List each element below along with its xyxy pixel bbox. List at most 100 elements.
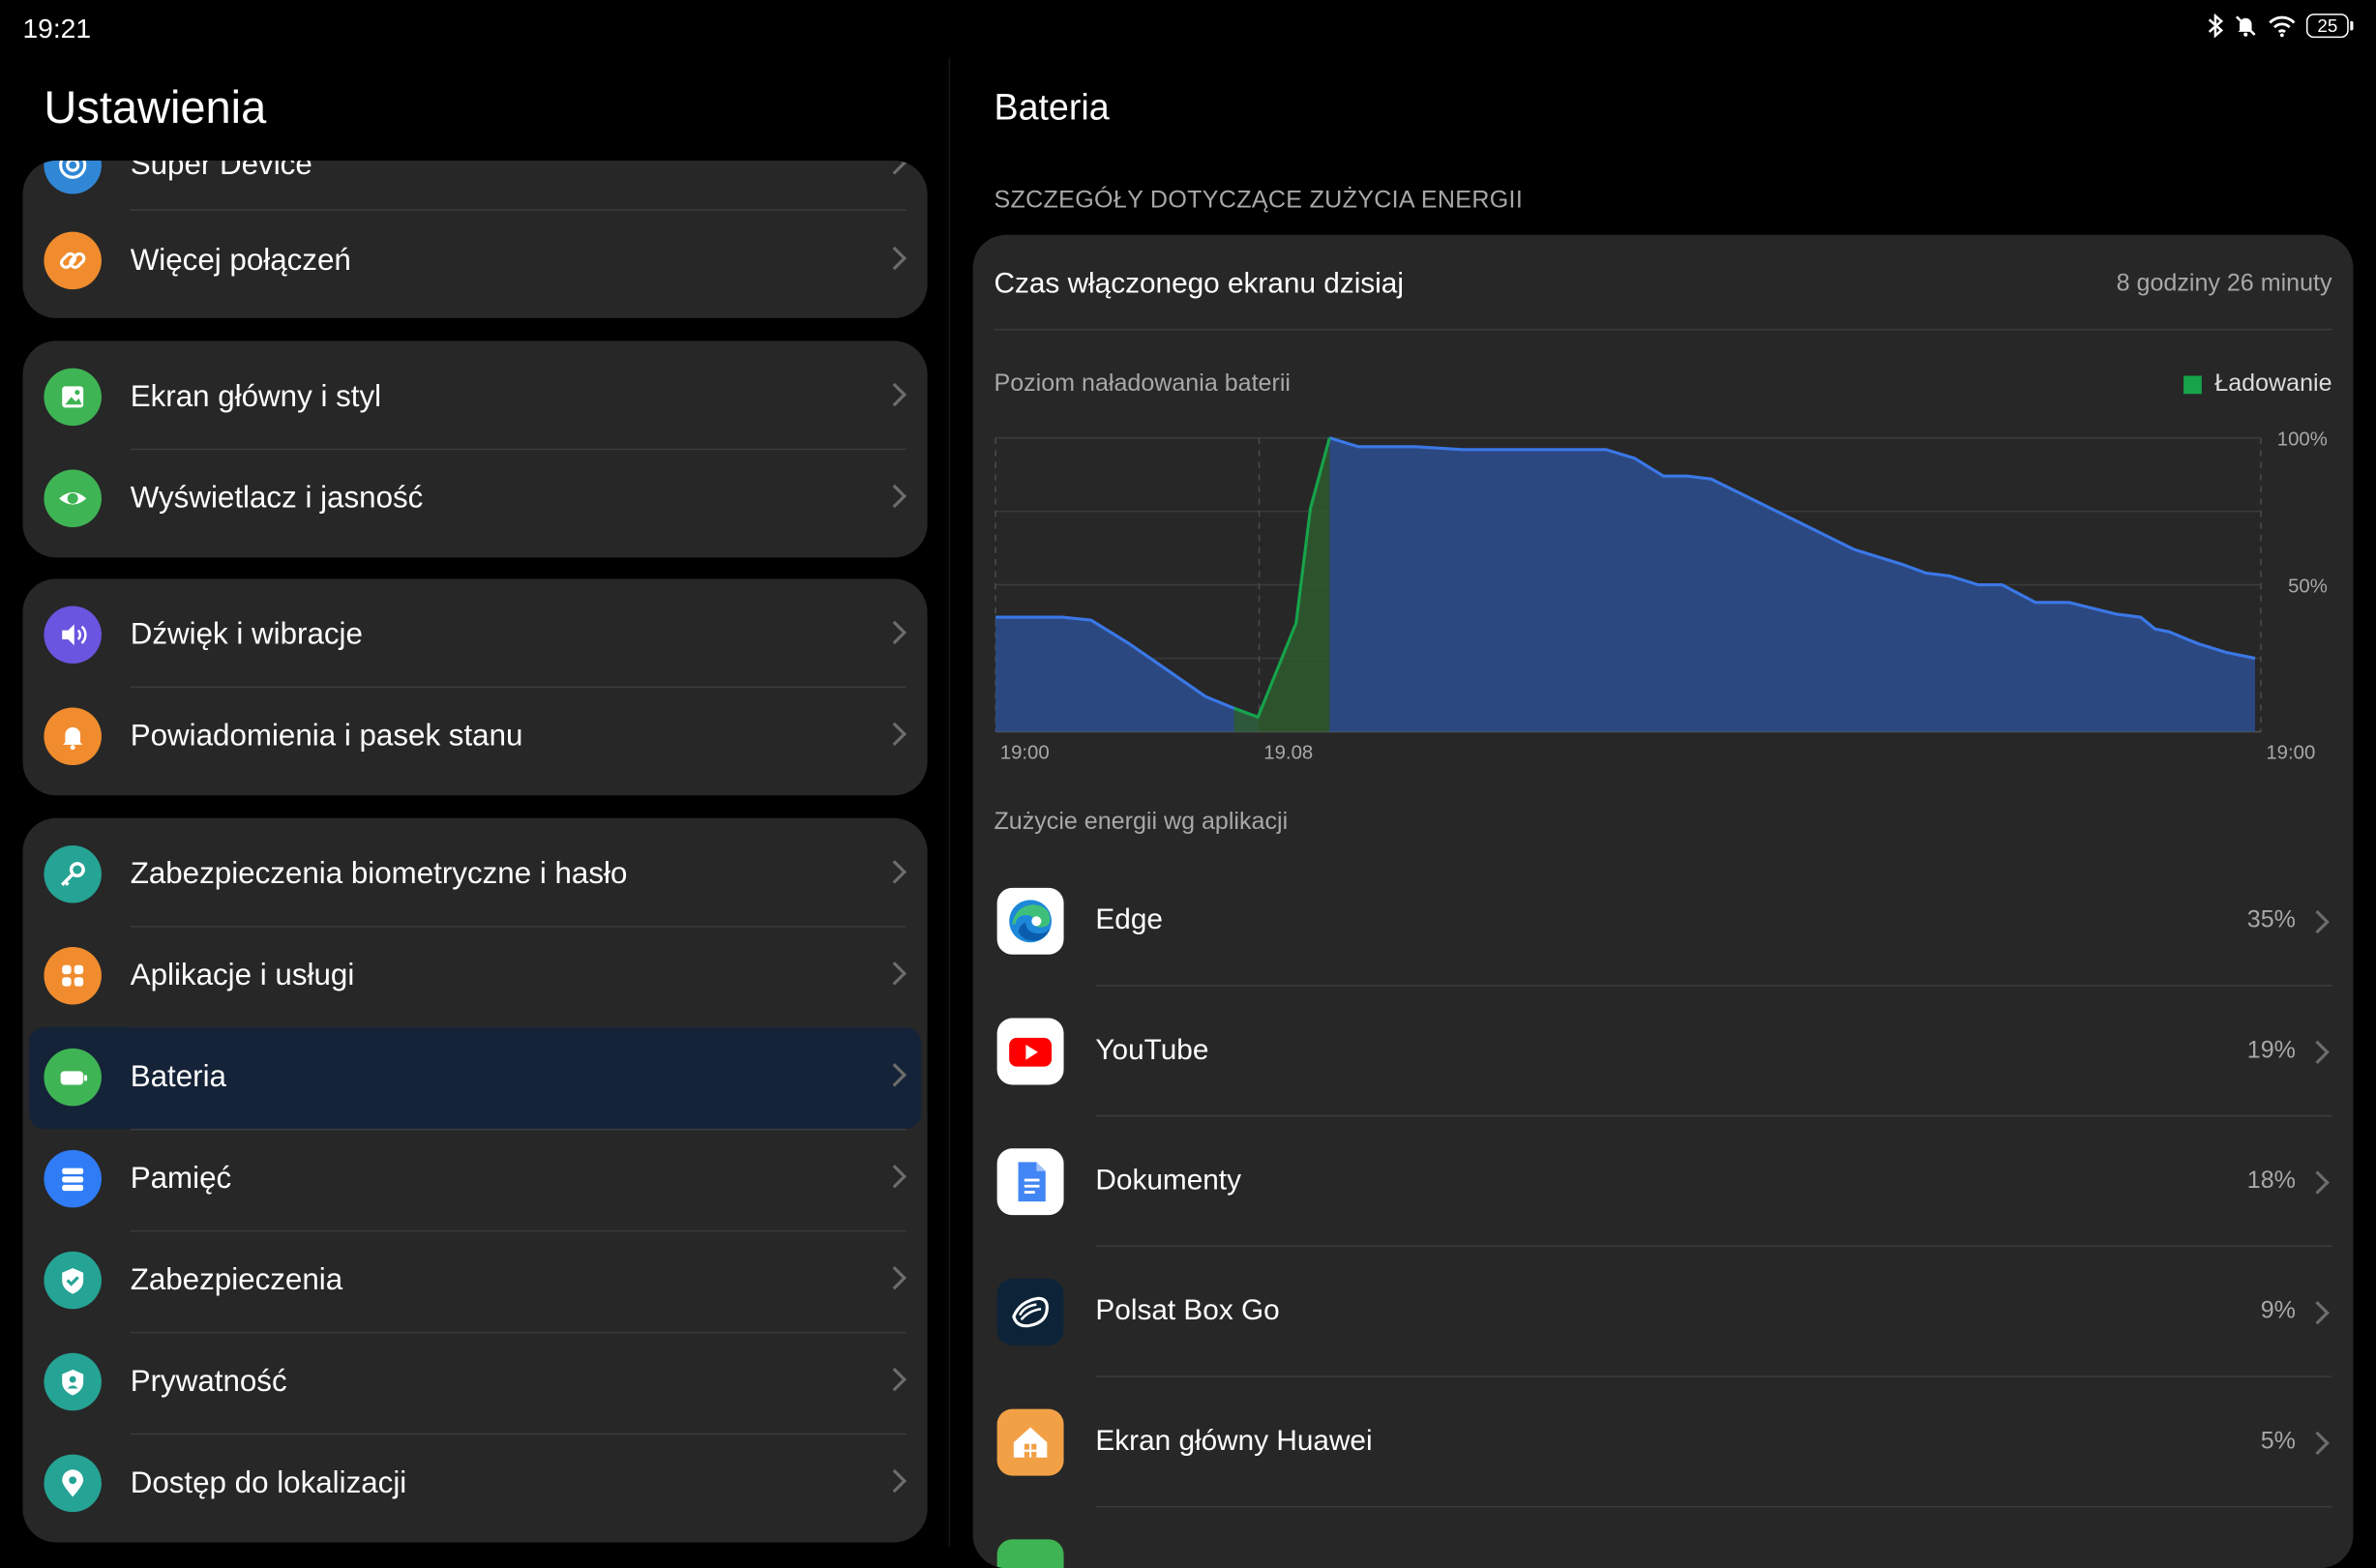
settings-item-label: Zabezpieczenia biometryczne i hasło (130, 857, 628, 891)
settings-item-display-brightness[interactable]: Wyświetlacz i jasność (22, 449, 927, 550)
app-name: Ekran główny Huawei (1095, 1425, 1373, 1458)
apps-usage-title: Zużycie energii wg aplikacji (994, 809, 1289, 836)
image-icon (44, 368, 102, 427)
settings-item-home-screen-style[interactable]: Ekran główny i styl (22, 347, 927, 449)
detail-title: Bateria (994, 87, 1110, 130)
status-icons: 25 (2207, 14, 2354, 39)
app-percent: 9% (2260, 1298, 2296, 1324)
chart-legend: Ładowanie (2183, 370, 2332, 399)
apps-grid-icon (44, 946, 102, 1005)
settings-item-privacy[interactable]: Prywatność (22, 1332, 927, 1434)
settings-item-more-connections[interactable]: Więcej połączeń (22, 211, 927, 312)
settings-group-security-system: Zabezpieczenia biometryczne i hasło Apli… (22, 817, 928, 1543)
settings-item-label: Ekran główny i styl (130, 380, 382, 414)
chevron-right-icon (2305, 1040, 2330, 1064)
discharge-area (995, 617, 1259, 732)
settings-item-label: Bateria (130, 1060, 226, 1094)
app-usage-row-huawei-home[interactable]: Ekran główny Huawei 5% (973, 1377, 2354, 1508)
speaker-icon (44, 606, 102, 665)
location-pin-icon (44, 1454, 102, 1513)
settings-item-label: Wyświetlacz i jasność (130, 482, 424, 516)
chevron-right-icon (2305, 909, 2330, 934)
app-percent: 5% (2260, 1429, 2296, 1455)
settings-item-label: Dźwięk i wibracje (130, 618, 363, 652)
app-usage-row-youtube[interactable]: YouTube 19% (973, 987, 2354, 1117)
privacy-shield-icon (44, 1352, 102, 1411)
chevron-right-icon (882, 484, 907, 509)
chevron-right-icon (882, 382, 907, 407)
app-usage-row-polsat[interactable]: Polsat Box Go 9% (973, 1247, 2354, 1377)
app-name: Polsat Box Go (1095, 1295, 1280, 1328)
settings-item-biometrics-password[interactable]: Zabezpieczenia biometryczne i hasło (22, 824, 927, 926)
app-name: Dokumenty (1095, 1165, 1241, 1198)
link-icon (44, 231, 102, 290)
settings-group-connections: Super Device Więcej połączeń (22, 161, 928, 318)
docs-icon (996, 1148, 1064, 1216)
settings-item-security[interactable]: Zabezpieczenia (22, 1230, 927, 1332)
settings-item-storage[interactable]: Pamięć (22, 1129, 927, 1230)
key-icon (44, 844, 102, 903)
page-title: Ustawienia (44, 83, 267, 133)
app-usage-row-edge[interactable]: Edge 35% (973, 856, 2354, 987)
x-tick-label: 19.08 (1263, 743, 1313, 764)
chevron-right-icon (2305, 1431, 2330, 1456)
clock: 19:21 (22, 14, 92, 44)
settings-item-location-access[interactable]: Dostęp do lokalizacji (22, 1434, 927, 1535)
settings-item-label: Aplikacje i usługi (130, 959, 355, 992)
settings-item-apps-services[interactable]: Aplikacje i usługi (22, 926, 927, 1027)
app-percent: 18% (2246, 1168, 2296, 1195)
battery-usage-card: Czas włączonego ekranu dzisiaj 8 godziny… (972, 234, 2354, 1568)
section-header: SZCZEGÓŁY DOTYCZĄCE ZUŻYCIA ENERGII (994, 188, 1524, 214)
bell-muted-icon (2235, 15, 2256, 37)
battery-icon (44, 1048, 102, 1107)
legend-swatch-charging (2183, 375, 2202, 395)
polsat-icon (996, 1278, 1064, 1346)
app-usage-row-docs[interactable]: Dokumenty 18% (973, 1116, 2354, 1248)
app-name: YouTube (1095, 1034, 1209, 1067)
x-tick-label: 19:00 (1000, 743, 1050, 764)
chevron-right-icon (2305, 1301, 2330, 1325)
settings-item-label: Prywatność (130, 1365, 287, 1399)
huawei-home-icon (996, 1408, 1064, 1476)
chevron-right-icon (882, 860, 907, 884)
wifi-icon (2269, 15, 2296, 38)
bell-icon (44, 707, 102, 765)
settings-item-battery[interactable]: Bateria (22, 1026, 927, 1129)
x-tick-label: 19:00 (2266, 743, 2315, 764)
chevron-right-icon (882, 1367, 907, 1392)
screen-time-label: Czas włączonego ekranu dzisiaj (994, 268, 1404, 301)
chevron-right-icon (882, 1265, 907, 1290)
battery-status-icon: 25 (2305, 14, 2354, 39)
chevron-right-icon (882, 1468, 907, 1494)
settings-item-label: Zabezpieczenia (130, 1263, 343, 1297)
status-bar: 19:21 25 (0, 0, 2376, 58)
chevron-right-icon (2305, 1170, 2330, 1195)
chevron-right-icon (882, 620, 907, 645)
chevron-right-icon (882, 962, 907, 986)
settings-list-pane: Ustawienia Super Device Więcej połączeń (0, 58, 949, 1548)
pane-divider (948, 57, 951, 1548)
eye-icon (44, 469, 102, 528)
app-percent: 19% (2246, 1037, 2296, 1064)
chart-title: Poziom naładowania baterii (994, 370, 1291, 398)
battery-level-chart: 19:00 19.08 19:00 100% 50% (995, 429, 2328, 764)
settings-item-label: Dostęp do lokalizacji (130, 1466, 407, 1500)
super-device-icon (44, 161, 102, 194)
settings-item-label: Powiadomienia i pasek stanu (130, 719, 523, 754)
chevron-right-icon (882, 722, 907, 747)
app-usage-row-partial[interactable] (973, 1507, 2354, 1568)
legend-label: Ładowanie (2214, 370, 2332, 398)
y-tick-label: 50% (2288, 576, 2328, 597)
bluetooth-icon (2208, 14, 2224, 39)
y-tick-label: 100% (2277, 429, 2328, 450)
settings-group-display: Ekran główny i styl Wyświetlacz i jasnoś… (22, 340, 928, 558)
settings-item-notifications-status-bar[interactable]: Powiadomienia i pasek stanu (22, 687, 927, 788)
app-name: Edge (1095, 904, 1163, 936)
app-icon-partial (996, 1539, 1064, 1568)
settings-item-sound-vibration[interactable]: Dźwięk i wibracje (22, 585, 927, 687)
screen-time-value: 8 godziny 26 minuty (2116, 271, 2332, 297)
chevron-right-icon (882, 1063, 907, 1087)
settings-group-sound-notifications: Dźwięk i wibracje Powiadomienia i pasek … (22, 578, 928, 796)
chevron-right-icon (882, 246, 907, 271)
youtube-icon (996, 1018, 1064, 1085)
